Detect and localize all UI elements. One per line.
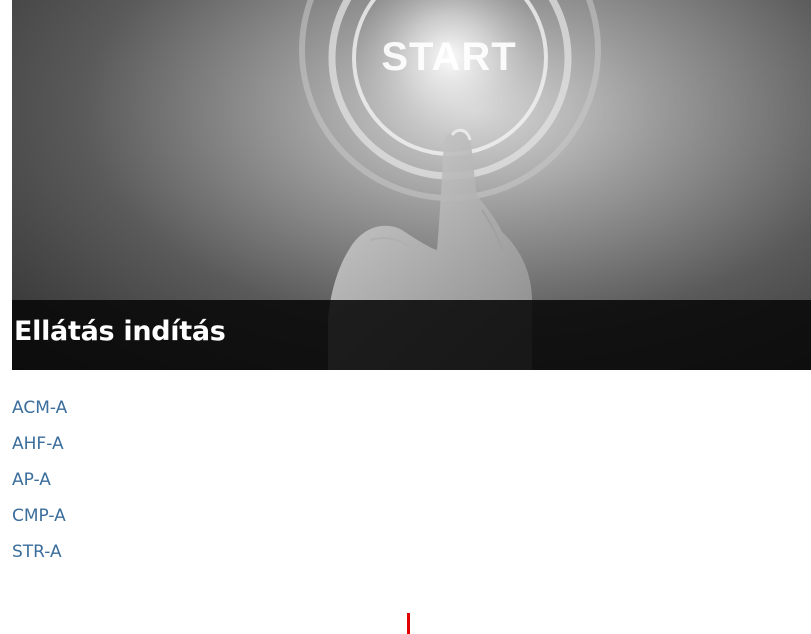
link-ap-a[interactable]: AP-A bbox=[12, 470, 51, 490]
link-cmp-a[interactable]: CMP-A bbox=[12, 506, 66, 526]
list-item: CMP-A bbox=[12, 498, 67, 534]
start-card: START Ellátás indítás ACM-A AHF-A AP-A C… bbox=[12, 0, 811, 634]
list-item: AP-A bbox=[12, 462, 67, 498]
link-ahf-a[interactable]: AHF-A bbox=[12, 434, 64, 454]
list-item: AHF-A bbox=[12, 426, 67, 462]
start-banner-image[interactable]: START Ellátás indítás bbox=[12, 0, 811, 370]
link-str-a[interactable]: STR-A bbox=[12, 542, 62, 562]
link-list: ACM-A AHF-A AP-A CMP-A STR-A bbox=[12, 390, 67, 570]
list-item: ACM-A bbox=[12, 390, 67, 426]
banner-caption: Ellátás indítás bbox=[12, 300, 811, 370]
list-item: STR-A bbox=[12, 534, 67, 570]
start-button-text: START bbox=[381, 35, 516, 79]
link-acm-a[interactable]: ACM-A bbox=[12, 398, 67, 418]
text-cursor-marker bbox=[407, 613, 410, 634]
card-title[interactable]: Ellátás indítás bbox=[14, 316, 226, 347]
